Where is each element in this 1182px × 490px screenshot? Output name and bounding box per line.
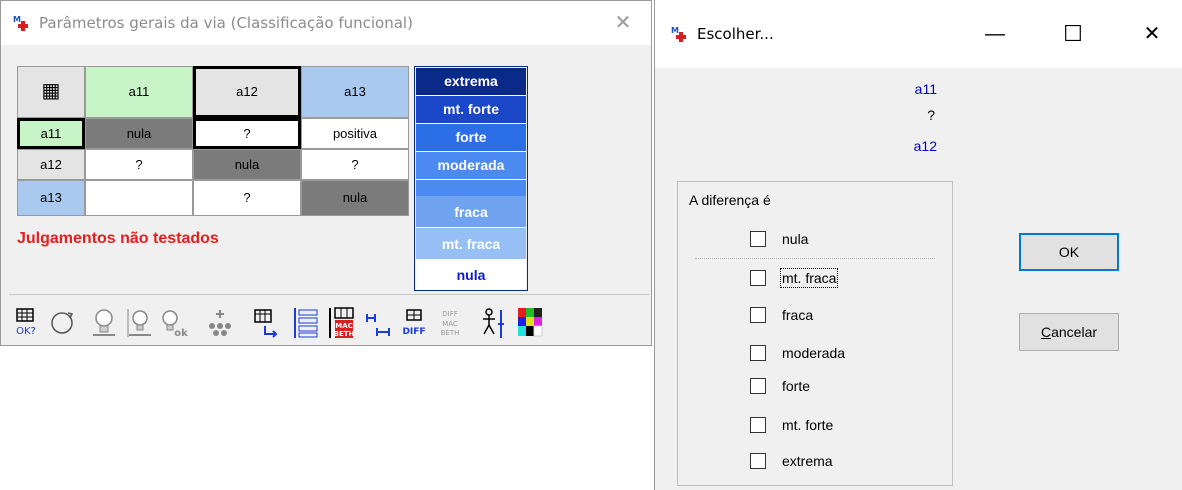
palette-icon[interactable] bbox=[515, 304, 545, 340]
matrix-ok-icon[interactable]: OK? bbox=[11, 304, 41, 340]
interval-icon[interactable] bbox=[363, 304, 393, 340]
difference-group-label: A diferença é bbox=[689, 192, 771, 208]
column-header-a12[interactable]: a12 bbox=[193, 66, 301, 118]
cancel-label-rest: ancelar bbox=[1051, 324, 1098, 340]
bulb-bar-icon[interactable] bbox=[125, 304, 155, 340]
row-header-a12[interactable]: a12 bbox=[17, 149, 85, 180]
cell-a11-a12[interactable]: ? bbox=[193, 118, 301, 149]
difference-group bbox=[677, 181, 953, 486]
option-nula-label: nula bbox=[782, 231, 809, 247]
toolbar-mac-text-2: MAC bbox=[442, 320, 458, 328]
toolbar-ok-text: OK? bbox=[16, 326, 36, 337]
toolbar-beth-text-2: BETH bbox=[441, 329, 460, 337]
cell-a12-a11[interactable]: ? bbox=[85, 149, 193, 180]
diff-macbeth-icon[interactable]: DIFF MAC BETH bbox=[435, 304, 465, 340]
scale-extrema[interactable]: extrema bbox=[416, 68, 526, 96]
minimize-icon[interactable]: — bbox=[972, 14, 1018, 54]
choose-dialog-title: Escolher... bbox=[697, 25, 774, 43]
scale-fraca[interactable]: fraca bbox=[416, 196, 526, 228]
option-mt-forte-label: mt. forte bbox=[782, 417, 834, 433]
toolbar-beth-text: BETH bbox=[334, 330, 355, 338]
option-moderada-checkbox[interactable] bbox=[750, 345, 766, 361]
option-fraca-checkbox[interactable] bbox=[750, 307, 766, 323]
svg-text:M: M bbox=[13, 15, 21, 24]
matrix-arrow-icon[interactable] bbox=[251, 304, 281, 340]
app-logo-icon: M bbox=[13, 15, 28, 31]
option-moderada-label: moderada bbox=[782, 345, 846, 361]
toolbar-diff-text: DIFF bbox=[402, 327, 425, 337]
params-window: M Parâmetros gerais da via (Classificaçã… bbox=[0, 0, 652, 346]
option-mt-forte-checkbox[interactable] bbox=[750, 417, 766, 433]
options-separator bbox=[695, 258, 935, 259]
params-window-title: Parâmetros gerais da via (Classificação … bbox=[39, 14, 413, 32]
close-icon[interactable]: ✕ bbox=[601, 8, 645, 38]
refresh-icon[interactable] bbox=[47, 304, 77, 340]
cancel-label-accel: C bbox=[1040, 324, 1052, 340]
column-header-a13[interactable]: a13 bbox=[301, 66, 409, 118]
svg-text:ok: ok bbox=[174, 328, 188, 339]
pair-item-bottom: a12 bbox=[913, 138, 937, 154]
svg-text:M: M bbox=[671, 26, 679, 35]
row-header-a13[interactable]: a13 bbox=[17, 180, 85, 216]
calculator-icon[interactable]: ▦ bbox=[17, 66, 85, 118]
option-extrema-label: extrema bbox=[782, 453, 833, 469]
close-icon-2[interactable]: ✕ bbox=[1129, 14, 1175, 54]
list-icon[interactable] bbox=[291, 304, 321, 340]
option-extrema-checkbox[interactable] bbox=[750, 453, 766, 469]
option-fraca-label: fraca bbox=[782, 307, 814, 323]
choose-dialog-titlebar[interactable]: M Escolher... — ☐ ✕ bbox=[655, 0, 1182, 68]
option-mt-fraca-label: mt. fraca bbox=[779, 268, 839, 288]
scale-forte[interactable]: forte bbox=[416, 124, 526, 152]
bulb-icon[interactable] bbox=[89, 304, 119, 340]
toolbar-mac-text: MAC bbox=[335, 322, 353, 330]
maximize-icon[interactable]: ☐ bbox=[1050, 14, 1096, 54]
scale-mt-fraca[interactable]: mt. fraca bbox=[416, 228, 526, 260]
choose-dialog: M Escolher... — ☐ ✕ a11 ? a12 A diferenç… bbox=[654, 0, 1182, 490]
walker-icon[interactable] bbox=[477, 304, 507, 340]
cell-a11-a11[interactable]: nula bbox=[85, 118, 193, 149]
option-forte-checkbox[interactable] bbox=[750, 378, 766, 394]
cell-a13-a11[interactable] bbox=[85, 180, 193, 216]
scale-nula[interactable]: nula bbox=[416, 260, 526, 290]
ok-button[interactable]: OK bbox=[1019, 233, 1119, 271]
pair-question: ? bbox=[927, 107, 935, 123]
untested-warning: Julgamentos não testados bbox=[17, 230, 219, 247]
row-header-a11[interactable]: a11 bbox=[17, 118, 85, 149]
option-forte-label: forte bbox=[782, 378, 811, 394]
scale-moderada-band bbox=[416, 180, 526, 196]
option-nula-checkbox[interactable] bbox=[750, 231, 766, 247]
app-logo-icon-2: M bbox=[671, 26, 686, 42]
cell-a12-a13[interactable]: ? bbox=[301, 149, 409, 180]
params-window-titlebar[interactable]: M Parâmetros gerais da via (Classificaçã… bbox=[1, 1, 651, 45]
toolbar-diff-mac-text: DIFF bbox=[442, 310, 458, 318]
cell-a13-a12[interactable]: ? bbox=[193, 180, 301, 216]
graph-icon[interactable] bbox=[205, 304, 235, 340]
bulb-ok-icon[interactable]: ok bbox=[159, 304, 189, 340]
diff-icon[interactable]: DIFF bbox=[399, 304, 429, 340]
cell-a12-a12[interactable]: nula bbox=[193, 149, 301, 180]
cell-a11-a13[interactable]: positiva bbox=[301, 118, 409, 149]
pair-item-top: a11 bbox=[914, 81, 937, 97]
cancel-button[interactable]: Cancelar bbox=[1019, 313, 1119, 351]
scale-moderada[interactable]: moderada bbox=[416, 152, 526, 180]
cell-a13-a13[interactable]: nula bbox=[301, 180, 409, 216]
option-mt-fraca-checkbox[interactable] bbox=[750, 270, 766, 286]
column-header-a11[interactable]: a11 bbox=[85, 66, 193, 118]
scale-mt-forte[interactable]: mt. forte bbox=[416, 96, 526, 124]
macbeth-matrix-icon[interactable]: MAC BETH bbox=[327, 304, 357, 340]
